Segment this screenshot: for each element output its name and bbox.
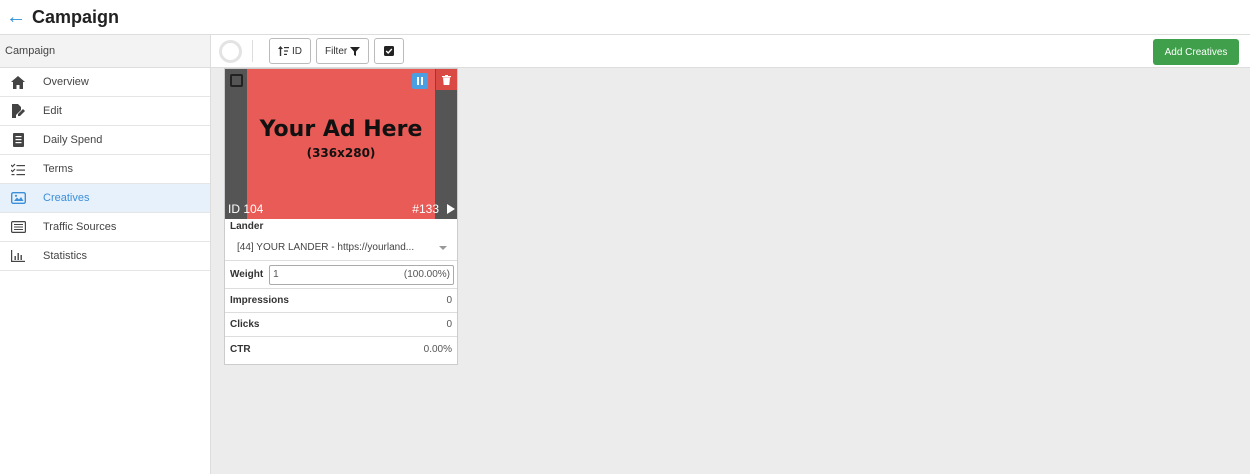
creative-card: Your Ad Here (336x280) ID 104 #133 Lande… <box>224 68 458 365</box>
filter-button[interactable]: Filter <box>316 38 370 64</box>
weight-label: Weight <box>230 269 264 280</box>
sidebar-header: Campaign <box>0 34 210 68</box>
clicks-value: 0 <box>446 319 452 330</box>
loading-spinner-icon <box>219 39 242 63</box>
filter-icon <box>350 46 361 56</box>
checklist-icon <box>0 163 36 176</box>
sidebar-item-terms[interactable]: Terms <box>0 155 210 184</box>
lander-select[interactable]: [44] YOUR LANDER - https://yourland... <box>225 235 457 261</box>
page-title: Campaign <box>32 6 120 27</box>
edit-icon <box>0 104 36 118</box>
sidebar-item-label: Terms <box>43 163 73 175</box>
sidebar-item-label: Overview <box>43 76 89 88</box>
image-icon <box>0 192 36 204</box>
ctr-row: CTR 0.00% <box>225 337 457 361</box>
impressions-value: 0 <box>446 295 452 306</box>
creative-id-label: ID 104 <box>228 202 264 216</box>
trash-icon[interactable] <box>436 69 457 90</box>
top-bar: ← Campaign <box>0 0 1250 34</box>
sort-icon <box>278 46 289 56</box>
weight-input[interactable]: 1 (100.00%) <box>269 264 454 285</box>
toolbar: ID Filter Add Creatives <box>211 34 1250 68</box>
ad-headline: Your Ad Here <box>259 116 423 142</box>
select-checkbox[interactable] <box>230 74 243 87</box>
sidebar-item-traffic-sources[interactable]: Traffic Sources <box>0 213 210 242</box>
sidebar-item-daily-spend[interactable]: Daily Spend <box>0 126 210 155</box>
list-icon <box>0 221 36 233</box>
toolbar-divider <box>252 40 253 62</box>
impressions-label: Impressions <box>230 295 289 306</box>
creative-number-label: #133 <box>412 202 439 216</box>
filter-label: Filter <box>325 45 348 57</box>
play-icon[interactable] <box>447 204 455 214</box>
sidebar-item-statistics[interactable]: Statistics <box>0 242 210 271</box>
sidebar-item-overview[interactable]: Overview <box>0 68 210 97</box>
document-icon <box>0 133 36 147</box>
chevron-down-icon <box>439 245 447 250</box>
bar-chart-icon <box>0 250 36 262</box>
sidebar-item-label: Traffic Sources <box>43 221 117 233</box>
sort-label: ID <box>292 45 302 57</box>
ctr-value: 0.00% <box>423 343 452 355</box>
impressions-row: Impressions 0 <box>225 289 457 313</box>
back-arrow-icon[interactable]: ← <box>6 7 26 27</box>
weight-percent: (100.00%) <box>403 269 450 280</box>
clicks-label: Clicks <box>230 319 260 330</box>
sidebar-item-creatives[interactable]: Creatives <box>0 184 210 213</box>
main-content: ID Filter Add Creatives Your Ad Here (33… <box>211 34 1250 474</box>
sidebar: Campaign Overview Edit Daily Spend Terms… <box>0 34 211 474</box>
add-creatives-button[interactable]: Add Creatives <box>1153 39 1239 65</box>
ad-image[interactable]: Your Ad Here (336x280) <box>247 69 435 219</box>
pause-icon[interactable] <box>412 73 428 89</box>
sidebar-item-label: Daily Spend <box>43 134 103 146</box>
weight-row: Weight 1 (100.00%) <box>225 261 457 289</box>
select-all-button[interactable] <box>374 38 405 64</box>
sidebar-item-label: Creatives <box>43 192 90 204</box>
clicks-row: Clicks 0 <box>225 313 457 337</box>
ctr-label: CTR <box>230 343 251 355</box>
creative-preview: Your Ad Here (336x280) ID 104 #133 <box>225 69 457 219</box>
home-icon <box>0 75 36 89</box>
ad-size-label: (336x280) <box>306 145 376 160</box>
weight-value: 1 <box>273 269 279 280</box>
sidebar-item-label: Statistics <box>43 250 88 262</box>
lander-header: Lander <box>230 221 264 232</box>
sidebar-item-label: Edit <box>43 105 62 117</box>
checkbox-checked-icon <box>384 46 395 56</box>
lander-value: [44] YOUR LANDER - https://yourland... <box>237 242 415 253</box>
sidebar-item-edit[interactable]: Edit <box>0 97 210 126</box>
sort-button[interactable]: ID <box>269 38 311 64</box>
